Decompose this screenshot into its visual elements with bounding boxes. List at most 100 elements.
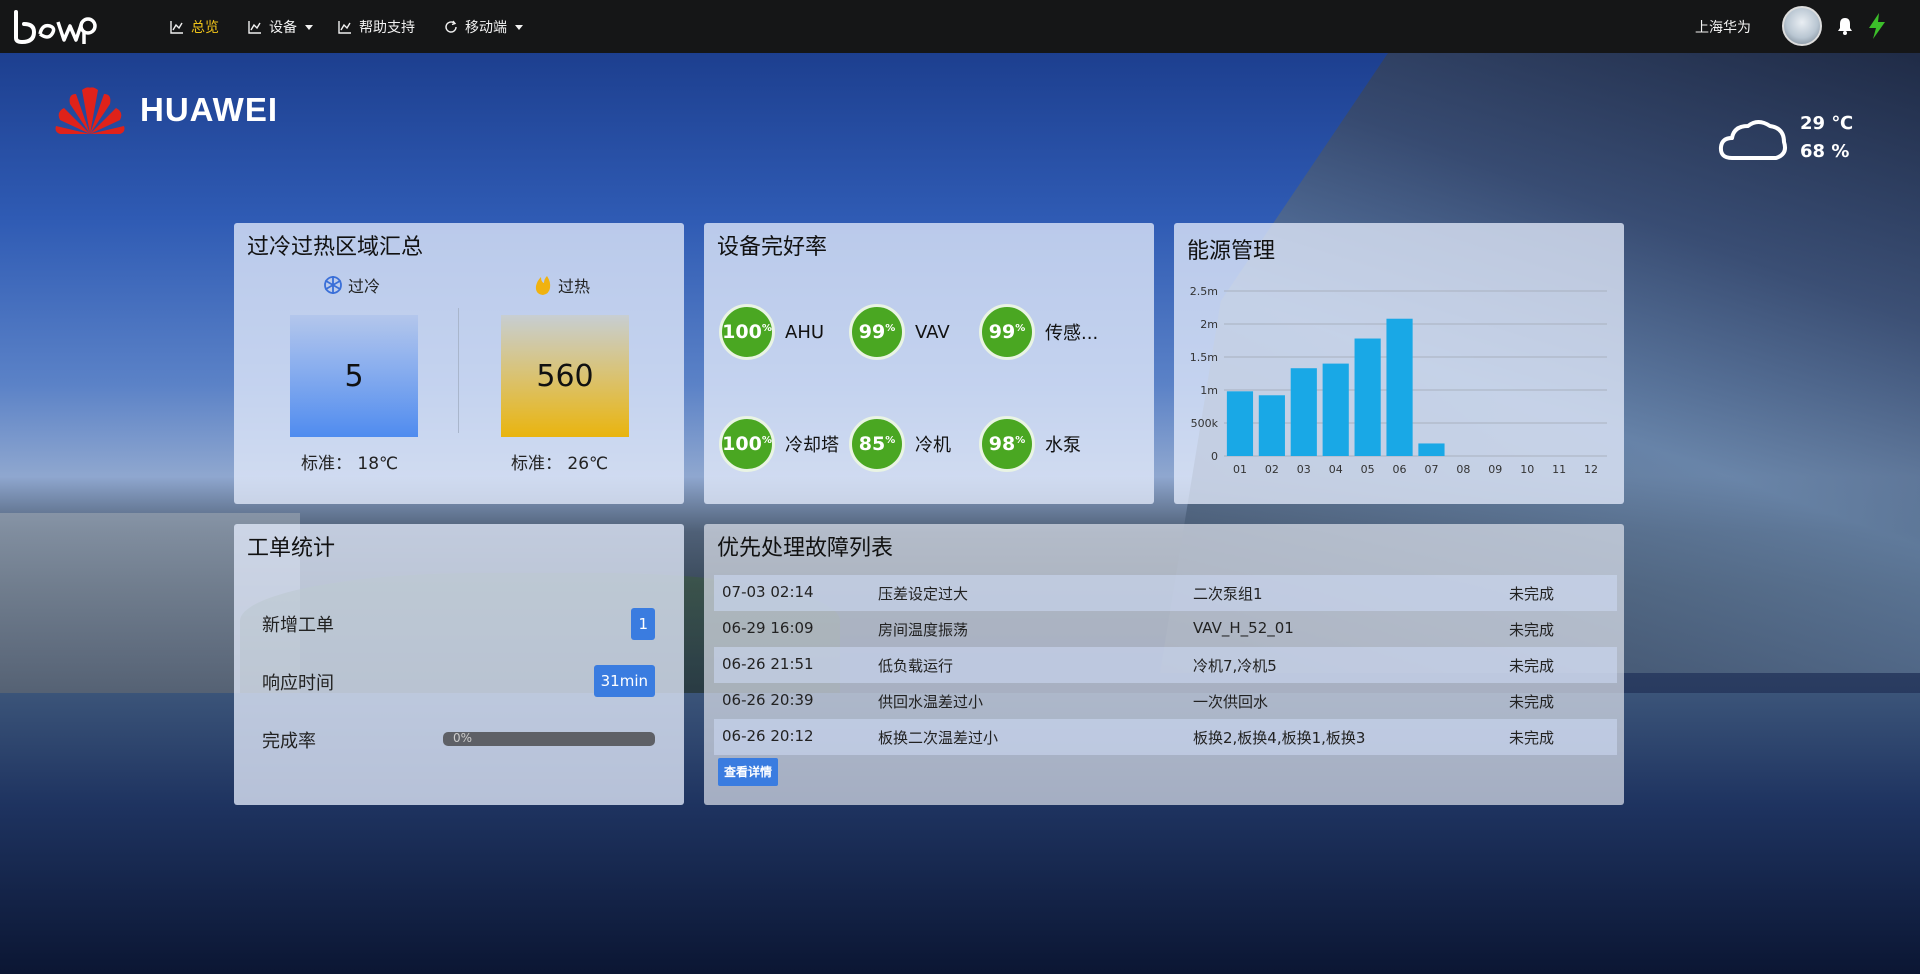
rate-sensor[interactable]: 99% 传感... bbox=[979, 304, 1098, 360]
refresh-icon bbox=[445, 20, 457, 33]
background-photo bbox=[0, 53, 1920, 974]
cool-value-block[interactable]: 5 bbox=[290, 315, 418, 437]
nav-help[interactable]: 帮助支持 bbox=[337, 17, 415, 37]
rate-label: 水泵 bbox=[1045, 435, 1081, 456]
fault-time: 06-26 20:39 bbox=[722, 691, 814, 709]
x-tick-label: 04 bbox=[1329, 463, 1343, 476]
nav-overview[interactable]: 总览 bbox=[169, 17, 219, 37]
fault-status: 未完成 bbox=[1509, 585, 1555, 603]
x-tick-label: 01 bbox=[1233, 463, 1247, 476]
fault-card: 优先处理故障列表 07-03 02:14 压差设定过大 二次泵组1 未完成 06… bbox=[704, 524, 1624, 805]
rate-vav[interactable]: 99% VAV bbox=[849, 304, 950, 360]
line-chart-icon bbox=[170, 21, 183, 34]
line-chart-icon bbox=[248, 21, 261, 34]
huawei-petal-icon bbox=[55, 87, 125, 134]
fault-desc: 板换二次温差过小 bbox=[878, 729, 999, 747]
fault-desc: 压差设定过大 bbox=[878, 585, 969, 603]
x-tick-label: 06 bbox=[1393, 463, 1407, 476]
table-row[interactable]: 06-26 20:12 板换二次温差过小 板换2,板换4,板换1,板换3 未完成 bbox=[714, 719, 1617, 755]
completion-progress: 0% bbox=[443, 732, 655, 746]
nav-mobile[interactable]: 移动端 bbox=[443, 17, 523, 37]
bell-icon[interactable] bbox=[1835, 16, 1855, 36]
overheat-title: 过冷过热区域汇总 bbox=[247, 235, 424, 260]
rate-circle: 85% bbox=[849, 416, 905, 472]
bar bbox=[1418, 443, 1445, 456]
brand-name: HUAWEI bbox=[140, 91, 278, 128]
avatar[interactable] bbox=[1782, 6, 1822, 46]
fault-time: 06-26 20:12 bbox=[722, 727, 814, 745]
rate-label: 冷机 bbox=[915, 435, 951, 456]
x-tick-label: 07 bbox=[1424, 463, 1438, 476]
nav-help-label: 帮助支持 bbox=[359, 20, 415, 36]
top-navbar: 总览 设备 帮助支持 移动端 上海华为 bbox=[0, 0, 1920, 53]
caret-down-icon bbox=[515, 24, 523, 30]
hot-label-text: 过热 bbox=[558, 277, 591, 296]
fault-time: 06-26 21:51 bbox=[722, 655, 814, 673]
bolt-icon[interactable] bbox=[1868, 13, 1886, 39]
weather-humidity: 68 % bbox=[1800, 141, 1850, 162]
y-tick-label: 2m bbox=[1200, 318, 1218, 331]
cool-label: 过冷 bbox=[322, 273, 380, 297]
fault-desc: 低负载运行 bbox=[878, 657, 954, 675]
table-row[interactable]: 06-26 21:51 低负载运行 冷机7,冷机5 未完成 bbox=[714, 647, 1617, 683]
weather-widget: 29 ℃ 68 % bbox=[1718, 110, 1853, 166]
user-name[interactable]: 上海华为 bbox=[1695, 17, 1751, 37]
huawei-logo: HUAWEI bbox=[52, 84, 278, 136]
cool-standard: 标准： 18℃ bbox=[301, 454, 399, 474]
cloud-icon bbox=[1718, 120, 1787, 160]
new-workorder-badge[interactable]: 1 bbox=[631, 608, 655, 640]
workorder-card: 工单统计 新增工单 1 响应时间 31min 完成率 0% bbox=[234, 524, 684, 805]
bar bbox=[1290, 368, 1317, 456]
rate-circle: 100% bbox=[719, 416, 775, 472]
x-tick-label: 12 bbox=[1584, 463, 1598, 476]
bar bbox=[1226, 391, 1254, 456]
rate-cooling-tower[interactable]: 100% 冷却塔 bbox=[719, 416, 839, 472]
energy-title: 能源管理 bbox=[1187, 239, 1276, 264]
equipment-title: 设备完好率 bbox=[717, 235, 828, 260]
rate-label: AHU bbox=[785, 321, 825, 343]
caret-down-icon bbox=[305, 24, 313, 30]
hot-value-block[interactable]: 560 bbox=[501, 315, 629, 437]
response-time-badge[interactable]: 31min bbox=[593, 665, 655, 697]
y-tick-label: 0 bbox=[1211, 450, 1218, 463]
new-workorder-label: 新增工单 bbox=[262, 615, 334, 636]
rate-circle: 98% bbox=[979, 416, 1035, 472]
nav-mobile-label: 移动端 bbox=[465, 20, 507, 36]
workorder-title: 工单统计 bbox=[247, 536, 336, 561]
rate-chiller[interactable]: 85% 冷机 bbox=[849, 416, 951, 472]
energy-bar-chart: 0 500k 1m 1.5m 2m 2.5m 01 02 03 04 05 06 07 08 09 10 11 1… bbox=[1190, 285, 1607, 476]
bar bbox=[1386, 318, 1413, 456]
hot-standard: 标准： 26℃ bbox=[511, 454, 609, 474]
x-tick-label: 03 bbox=[1297, 463, 1311, 476]
x-tick-label: 02 bbox=[1265, 463, 1279, 476]
app-logo[interactable] bbox=[12, 8, 100, 46]
table-row[interactable]: 06-26 20:39 供回水温差过小 一次供回水 未完成 bbox=[714, 683, 1617, 719]
fault-table: 07-03 02:14 压差设定过大 二次泵组1 未完成 06-29 16:09… bbox=[714, 575, 1617, 755]
nav-equipment[interactable]: 设备 bbox=[247, 17, 313, 37]
fault-status: 未完成 bbox=[1509, 621, 1555, 639]
view-details-button[interactable]: 查看详情 bbox=[718, 758, 779, 786]
cool-value: 5 bbox=[344, 358, 364, 394]
fault-device: 二次泵组1 bbox=[1193, 585, 1263, 603]
rate-circle: 99% bbox=[849, 304, 905, 360]
rate-pump[interactable]: 98% 水泵 bbox=[979, 416, 1081, 472]
nav-overview-label: 总览 bbox=[191, 20, 219, 36]
table-row[interactable]: 06-29 16:09 房间温度振荡 VAV_H_52_01 未完成 bbox=[714, 611, 1617, 647]
x-tick-label: 09 bbox=[1488, 463, 1502, 476]
y-tick-label: 2.5m bbox=[1190, 285, 1218, 298]
energy-card: 能源管理 0 500k 1m 1.5m 2m 2.5m 01 02 03 04 05 06 07 08 09… bbox=[1174, 223, 1624, 504]
fault-device: 板换2,板换4,板换1,板换3 bbox=[1193, 729, 1366, 747]
rate-circle: 100% bbox=[719, 304, 775, 360]
x-tick-label: 11 bbox=[1552, 463, 1566, 476]
table-row[interactable]: 07-03 02:14 压差设定过大 二次泵组1 未完成 bbox=[714, 575, 1617, 611]
response-time-label: 响应时间 bbox=[262, 673, 334, 694]
bar bbox=[1258, 395, 1285, 456]
y-tick-label: 1m bbox=[1200, 384, 1218, 397]
bar bbox=[1322, 363, 1349, 456]
snowflake-icon bbox=[324, 276, 342, 294]
equipment-card: 设备完好率 100% AHU 99% VAV 99% 传感... 100% 冷却… bbox=[704, 223, 1154, 504]
completion-label: 完成率 bbox=[262, 731, 316, 752]
weather-temperature: 29 ℃ bbox=[1800, 113, 1854, 134]
rate-ahu[interactable]: 100% AHU bbox=[719, 304, 824, 360]
fault-desc: 供回水温差过小 bbox=[878, 693, 984, 711]
